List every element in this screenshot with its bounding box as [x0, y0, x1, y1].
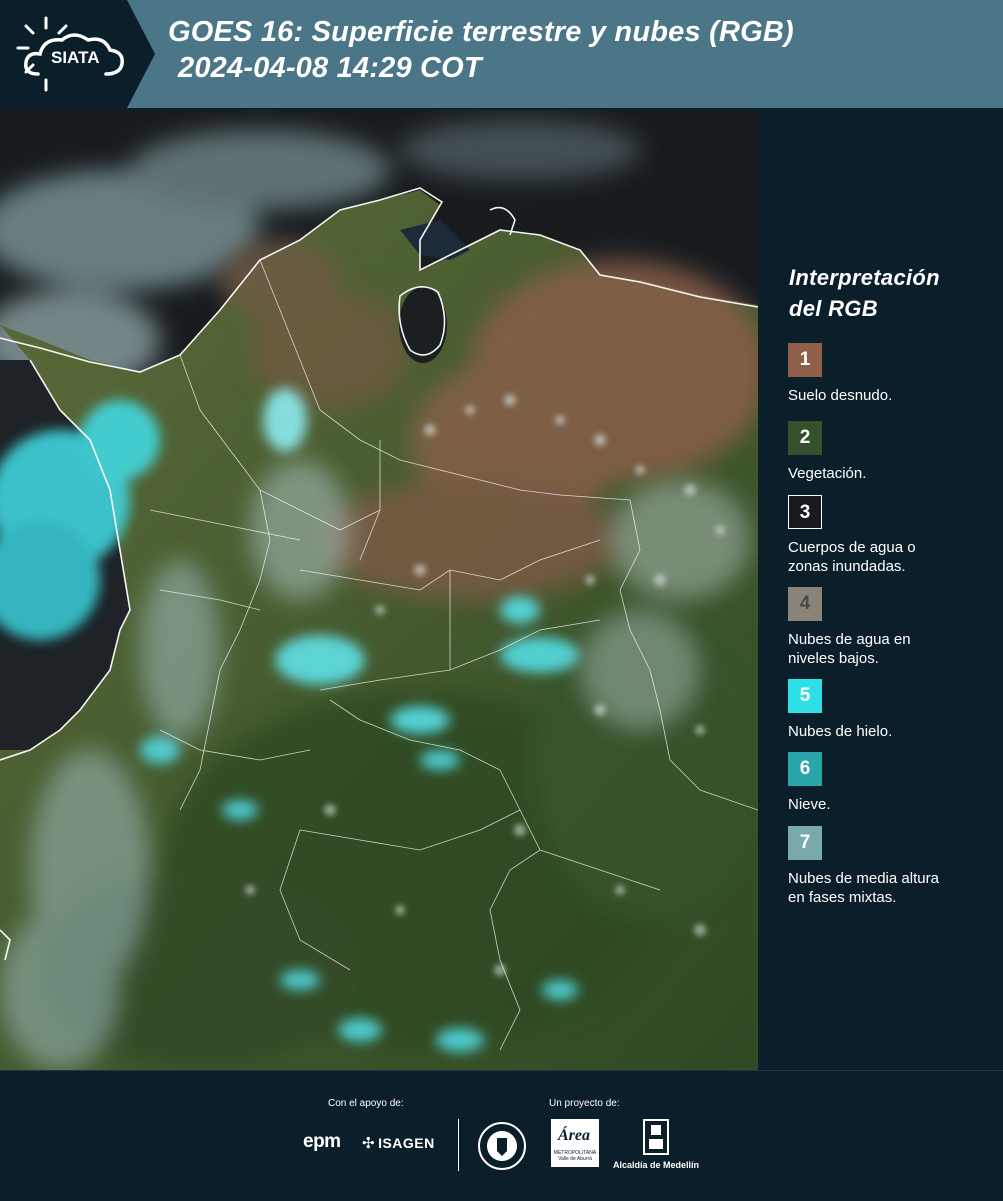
legend-swatch-1: 1 — [788, 343, 822, 377]
isagen-logo: ✣ ISAGEN — [362, 1135, 435, 1152]
legend-item-3: 3 Cuerpos de agua o zonas inundadas. — [788, 495, 998, 576]
legend-swatch-4: 4 — [788, 587, 822, 621]
legend-item-7: 7 Nubes de media altura en fases mixtas. — [788, 826, 998, 907]
legend-label-5: Nubes de hielo. — [788, 723, 893, 740]
legend-item-1: 1 Suelo desnudo. — [788, 343, 998, 405]
legend-item-5: 5 Nubes de hielo. — [788, 679, 998, 741]
legend-label-7: Nubes de media altura en fases mixtas. — [788, 870, 939, 906]
rgb-legend: Interpretación del RGB 1 Suelo desnudo. … — [760, 110, 1003, 1070]
legend-swatch-5: 5 — [788, 679, 822, 713]
legend-title-line-2: del RGB — [789, 296, 878, 321]
legend-label-4: Nubes de agua en niveles bajos. — [788, 631, 911, 667]
footer-divider — [458, 1119, 459, 1171]
legend-swatch-7: 7 — [788, 826, 822, 860]
satellite-map — [0, 110, 758, 1070]
legend-label-2: Vegetación. — [788, 465, 867, 482]
legend-label-3: Cuerpos de agua o zonas inundadas. — [788, 539, 916, 575]
legend-item-2: 2 Vegetación. — [788, 421, 998, 483]
medellin-seal-icon — [478, 1122, 526, 1170]
legend-label-1: Suelo desnudo. — [788, 387, 893, 404]
alcaldia-logo-text: Alcaldía de Medellín — [613, 1160, 700, 1170]
alcaldia-emblem-icon — [643, 1119, 669, 1155]
legend-swatch-6: 6 — [788, 752, 822, 786]
isagen-mark-icon: ✣ — [362, 1135, 376, 1152]
footer: Con el apoyo de: Un proyecto de: epm ✣ IS… — [0, 1070, 1003, 1201]
header-bar: SIATA GOES 16: Superficie terrestre y nu… — [0, 0, 1003, 108]
support-label: Con el apoyo de: — [328, 1098, 404, 1109]
legend-title: Interpretación del RGB — [789, 262, 940, 324]
page-title: GOES 16: Superficie terrestre y nubes (R… — [168, 14, 794, 86]
legend-swatch-2: 2 — [788, 421, 822, 455]
siata-logo-text: SIATA — [51, 48, 99, 67]
area-metropolitana-logo: Área METROPOLITANA Valle de Aburrá — [551, 1119, 599, 1167]
legend-item-4: 4 Nubes de agua en niveles bajos. — [788, 587, 998, 668]
legend-label-6: Nieve. — [788, 796, 831, 813]
title-timestamp: 2024-04-08 14:29 COT — [178, 52, 482, 84]
siata-logo: SIATA — [0, 0, 155, 108]
legend-item-6: 6 Nieve. — [788, 752, 998, 814]
legend-title-line-1: Interpretación — [789, 265, 940, 290]
satellite-image — [0, 110, 758, 1070]
epm-logo: epm — [303, 1131, 341, 1152]
project-label: Un proyecto de: — [549, 1098, 620, 1109]
legend-swatch-3: 3 — [788, 495, 822, 529]
title-line-1: GOES 16: Superficie terrestre y nubes (R… — [168, 16, 794, 48]
siata-logo-graphic: SIATA — [0, 0, 155, 108]
